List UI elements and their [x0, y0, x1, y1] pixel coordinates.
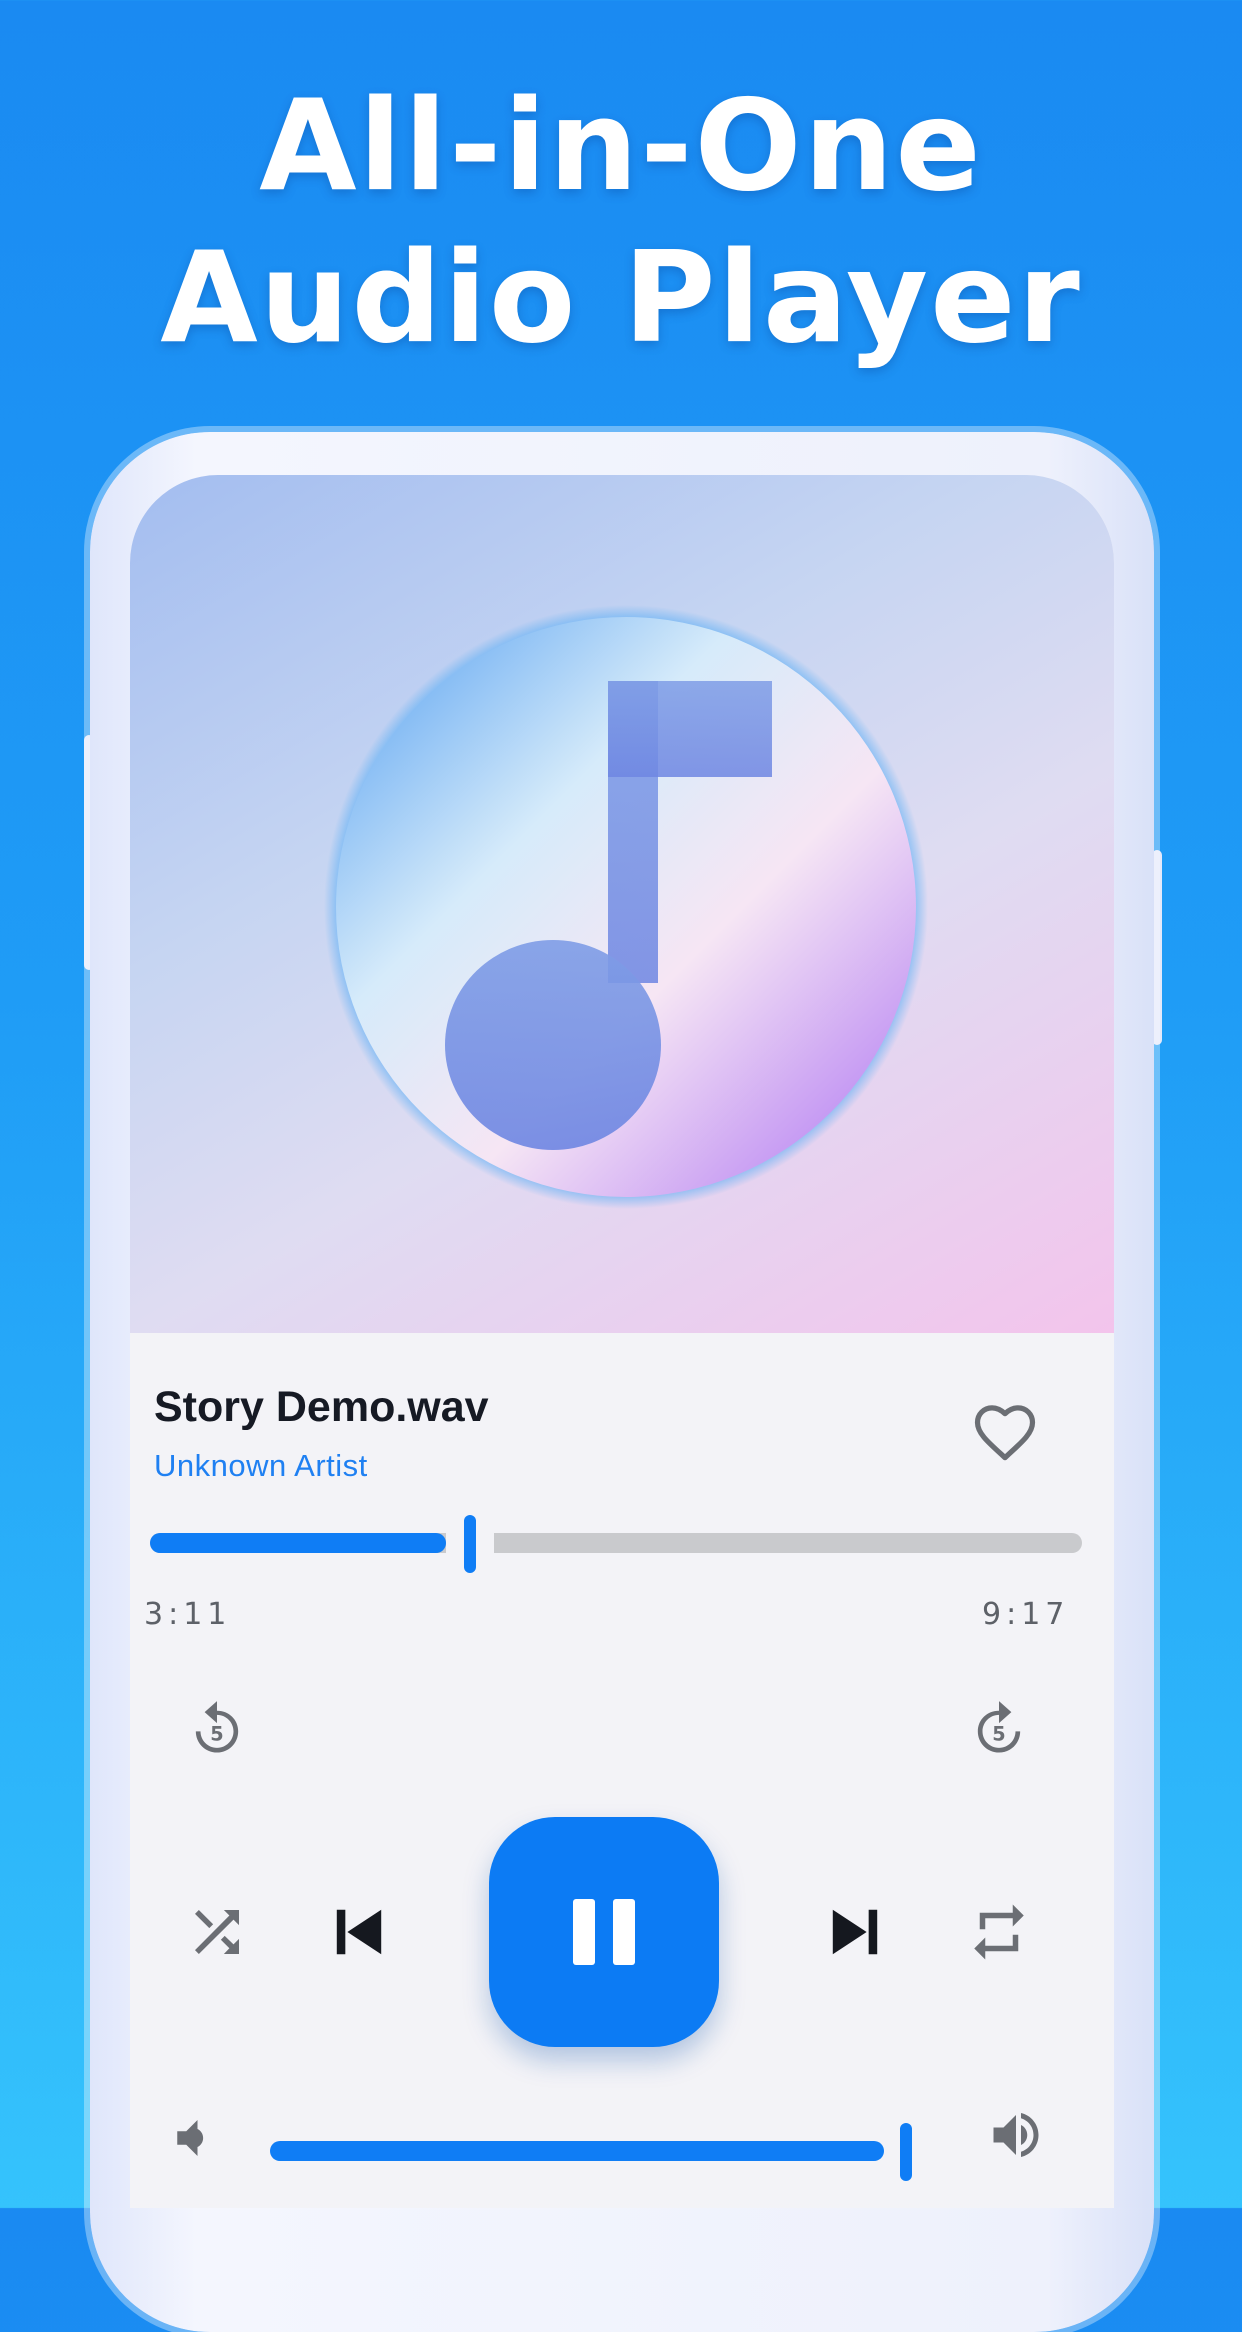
shuffle-button[interactable]: [184, 1899, 250, 1965]
next-track-button[interactable]: [814, 1891, 896, 1973]
artist-name[interactable]: Unknown Artist: [154, 1448, 368, 1484]
forward-5-icon: 5: [977, 1701, 1021, 1753]
total-duration: 9:17: [982, 1597, 1070, 1632]
music-note-disc-icon: [324, 605, 928, 1209]
track-title: Story Demo.wav: [154, 1383, 489, 1431]
forward-5-button[interactable]: 5: [966, 1697, 1032, 1763]
rewind-seconds-label: 5: [210, 1722, 223, 1745]
pause-icon: [573, 1899, 635, 1965]
seek-thumb[interactable]: [463, 1515, 476, 1573]
volume-high-icon: [993, 2113, 1039, 2157]
volume-low-icon: [177, 2120, 204, 2156]
skip-previous-icon: [336, 1909, 382, 1955]
album-art: [130, 475, 1114, 1333]
volume-slider-thumb[interactable]: [900, 2123, 912, 2181]
headline: All-in-One Audio Player: [0, 70, 1242, 374]
previous-track-button[interactable]: [318, 1891, 400, 1973]
volume-high-button[interactable]: [986, 2105, 1046, 2165]
rewind-5-button[interactable]: 5: [184, 1697, 250, 1763]
shuffle-icon: [195, 1910, 239, 1954]
headline-line-1: All-in-One: [259, 72, 983, 219]
heart-outline-icon: [974, 1405, 1036, 1461]
forward-seconds-label: 5: [992, 1722, 1005, 1745]
repeat-button[interactable]: [966, 1899, 1032, 1965]
seek-progress: [150, 1533, 446, 1553]
elapsed-time: 3:11: [144, 1597, 232, 1632]
play-pause-button[interactable]: [489, 1817, 719, 2047]
skip-next-icon: [832, 1909, 878, 1955]
repeat-icon: [974, 1904, 1024, 1960]
headline-line-2: Audio Player: [160, 224, 1082, 371]
volume-slider-track[interactable]: [270, 2141, 884, 2161]
player-screen: Story Demo.wav Unknown Artist 3:11 9:17 …: [130, 475, 1114, 2208]
volume-low-button[interactable]: [166, 2111, 220, 2165]
favorite-button[interactable]: [972, 1401, 1038, 1467]
replay-5-icon: 5: [195, 1701, 239, 1753]
